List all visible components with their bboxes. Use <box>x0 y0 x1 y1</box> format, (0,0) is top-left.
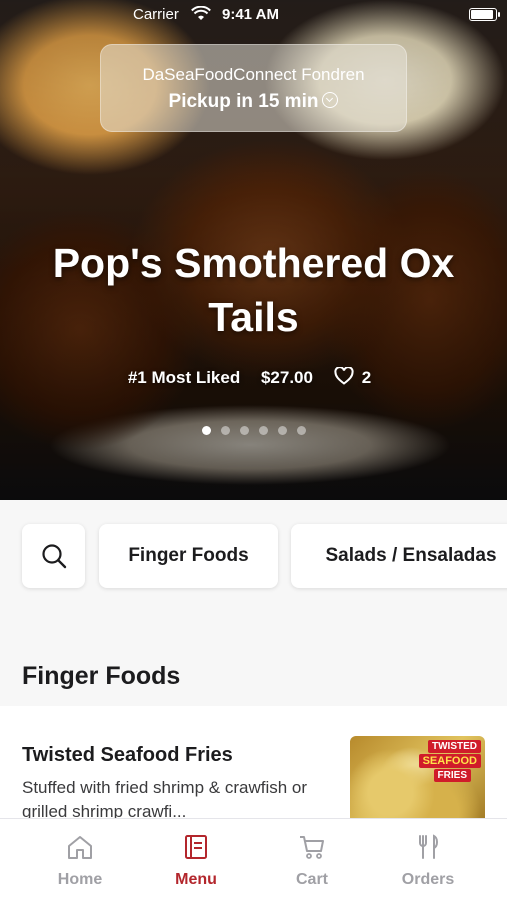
battery-icon <box>469 8 500 21</box>
pickup-label: Pickup in 15 min <box>168 91 319 112</box>
menu-item-name: Twisted Seafood Fries <box>22 744 233 766</box>
featured-dish-title: Pop's Smothered Ox Tails <box>52 240 455 340</box>
image-text: FRIES <box>433 769 471 782</box>
search-icon <box>41 544 66 569</box>
pickup-time: Pickup in 15 min <box>101 91 406 113</box>
wifi-icon <box>191 5 211 26</box>
carousel-dot[interactable] <box>239 426 249 435</box>
tab-label: Orders <box>401 871 455 888</box>
carousel-dots[interactable] <box>0 422 507 440</box>
featured-hero[interactable]: Carrier 9:41 AM DaSeaFoodConnect Fondren… <box>0 0 507 500</box>
status-time: 9:41 AM <box>222 6 279 23</box>
section-title: Finger Foods <box>22 662 181 690</box>
tab-menu[interactable]: Menu <box>133 819 259 900</box>
like-count-value: 2 <box>361 368 372 387</box>
tab-cart[interactable]: Cart <box>249 819 375 900</box>
tab-label: Home <box>57 871 103 888</box>
menu-item[interactable]: Twisted Seafood Fries Stuffed with fried… <box>0 706 507 831</box>
cart-icon <box>300 836 324 859</box>
search-button[interactable] <box>22 524 85 588</box>
tab-label: Cart <box>295 871 328 888</box>
image-text: SEAFOOD <box>418 754 481 768</box>
menu-book-icon <box>185 835 207 859</box>
category-chip-salads[interactable]: Salads / Ensaladas <box>291 524 507 588</box>
carousel-dot[interactable] <box>201 426 211 435</box>
tab-bar: Home Menu Cart Orders <box>0 818 507 900</box>
most-liked-badge: #1 Most Liked <box>127 368 241 387</box>
image-text: TWISTED <box>428 740 481 753</box>
carrier-label: Carrier <box>133 6 179 23</box>
carousel-dot[interactable] <box>220 426 230 435</box>
category-chip-finger-foods[interactable]: Finger Foods <box>99 524 278 588</box>
tab-label: Menu <box>175 871 217 888</box>
home-icon <box>68 836 92 859</box>
carousel-dot[interactable] <box>296 426 306 435</box>
store-selector[interactable]: DaSeaFoodConnect Fondren Pickup in 15 mi… <box>100 44 407 132</box>
carousel-dot[interactable] <box>258 426 268 435</box>
chevron-down-icon <box>322 92 339 108</box>
tab-orders[interactable]: Orders <box>365 819 491 900</box>
status-bar: Carrier 9:41 AM <box>0 0 507 30</box>
menu-item-description: Stuffed with fried shrimp & crawfish or … <box>22 778 308 821</box>
battery-level <box>471 10 493 19</box>
tab-home[interactable]: Home <box>17 819 143 900</box>
featured-dish-meta: #1 Most Liked $27.00 2 <box>0 367 507 388</box>
menu-item-image: TWISTED SEAFOOD FRIES <box>350 736 485 831</box>
like-count[interactable]: 2 <box>334 367 379 387</box>
heart-icon <box>334 367 354 385</box>
carousel-dot[interactable] <box>277 426 287 435</box>
featured-price: $27.00 <box>260 368 313 387</box>
store-name: DaSeaFoodConnect Fondren <box>142 65 365 84</box>
fork-knife-icon <box>419 834 438 859</box>
